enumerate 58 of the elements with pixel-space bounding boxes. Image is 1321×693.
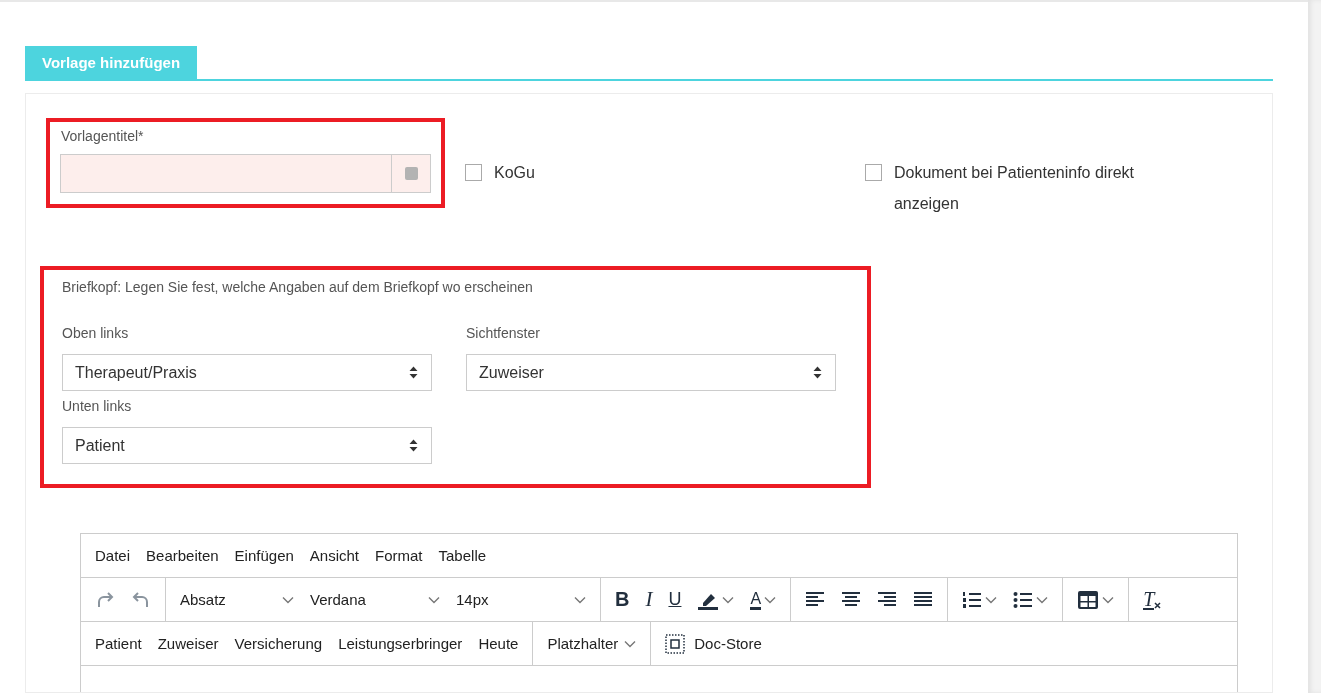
justify-icon — [913, 591, 934, 608]
section-heading: Briefkopf: Legen Sie fest, welche Angaben auf dem Briefkopf wo erscheinen — [62, 279, 534, 295]
checkbox-label: Dokument bei Patienteninfo direkt anzeigen — [893, 163, 1136, 214]
checkbox[interactable] — [864, 164, 882, 181]
chevron-icon — [574, 595, 586, 604]
placeholder-button[interactable]: Zuweiser — [149, 635, 227, 652]
table-icon — [1077, 589, 1100, 610]
menu-item[interactable]: Bearbeiten — [138, 547, 227, 564]
placeholder-button[interactable]: Heute — [470, 635, 527, 652]
placeholder-button[interactable]: Leistungserbringer — [330, 635, 471, 652]
sort-arrows-icon — [409, 439, 418, 452]
block-format-dropdown[interactable]: Absatz — [172, 582, 302, 617]
field-label: Vorlagentitel* — [61, 128, 145, 144]
square-icon — [404, 167, 418, 180]
underline-button[interactable]: U — [660, 582, 690, 617]
chevron-icon — [985, 595, 998, 604]
italic-button[interactable]: I — [637, 582, 661, 617]
align-center-icon — [841, 591, 862, 608]
bold-button[interactable]: B — [607, 582, 638, 617]
menu-item[interactable]: Format — [367, 547, 431, 564]
title-input-field[interactable] — [60, 154, 431, 193]
dotted-square-icon — [665, 633, 686, 654]
align-right-icon — [877, 591, 898, 608]
chevron-icon — [722, 595, 735, 604]
select-field[interactable]: Patient — [62, 427, 432, 464]
text-color-button[interactable]: A — [742, 582, 785, 617]
chevron-icon — [428, 595, 440, 604]
font-dropdown[interactable]: Verdana — [302, 582, 448, 617]
sort-arrows-icon — [409, 366, 418, 379]
font-size-dropdown[interactable]: 14px — [448, 582, 594, 617]
redo-icon — [95, 590, 115, 609]
select-field[interactable]: Therapeut/Praxis — [62, 354, 432, 391]
select-label: Oben links — [62, 325, 130, 341]
menu-item[interactable]: Datei — [87, 547, 139, 564]
placeholder-button[interactable]: Versicherung — [226, 635, 331, 652]
placeholder-button[interactable]: Patient — [87, 635, 150, 652]
undo-icon — [131, 590, 151, 609]
menu-item[interactable]: Einfügen — [226, 547, 302, 564]
chevron-icon — [282, 595, 294, 604]
chevron-icon — [1036, 595, 1049, 604]
align-left-icon — [805, 591, 826, 608]
chevron-icon — [764, 595, 777, 604]
chevron-icon — [624, 639, 637, 648]
select-label: Unten links — [62, 398, 133, 414]
clear-formatting-button[interactable]: T — [1135, 582, 1170, 617]
select-field[interactable]: Zuweiser — [466, 354, 836, 391]
menu-item[interactable]: Ansicht — [301, 547, 367, 564]
placeholder-dropdown[interactable]: Platzhalter — [539, 626, 645, 661]
select-label: Sichtfenster — [466, 325, 541, 341]
bullet-list-icon — [1013, 590, 1034, 609]
sort-arrows-icon — [813, 366, 822, 379]
checkbox-label: KoGu — [494, 163, 535, 183]
chevron-icon — [1102, 595, 1115, 604]
numbered-list-icon — [962, 590, 983, 609]
menu-item[interactable]: Tabelle — [430, 547, 495, 564]
checkbox[interactable] — [465, 164, 482, 181]
x-icon — [1154, 602, 1162, 609]
doc-store-button[interactable]: Doc-Store — [657, 626, 770, 661]
